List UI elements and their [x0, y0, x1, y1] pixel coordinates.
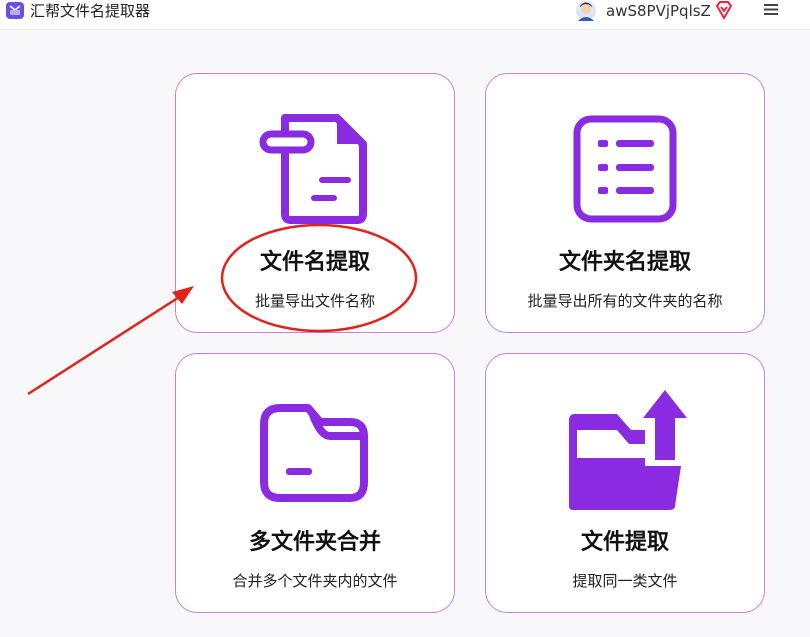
list-icon: [573, 115, 677, 223]
hamburger-menu-icon[interactable]: [764, 3, 778, 16]
file-document-icon: [259, 114, 367, 224]
folder-icon: [260, 404, 368, 502]
card-subtitle: 提取同一类文件: [572, 572, 678, 590]
card-title: 多文件夹合并: [248, 530, 381, 555]
card-subtitle: 批量导出所有的文件夹的名称: [527, 292, 723, 310]
card-file-extract[interactable]: 文件提取 提取同一类文件: [485, 353, 765, 613]
card-subtitle: 批量导出文件名称: [254, 292, 375, 310]
card-filename-extract[interactable]: 文件名提取 批量导出文件名称: [175, 73, 455, 333]
card-subtitle: 合并多个文件夹内的文件: [232, 572, 398, 590]
app-logo-icon: [6, 2, 24, 19]
card-title: 文件名提取: [259, 250, 370, 275]
card-title: 文件夹名提取: [558, 250, 691, 275]
folder-upload-icon: [569, 390, 687, 510]
card-title: 文件提取: [580, 530, 669, 555]
title-bar: 汇帮文件名提取器 awS8PVjPqlsZ: [0, 0, 810, 30]
vip-diamond-icon[interactable]: [714, 0, 734, 20]
card-foldername-extract[interactable]: 文件夹名提取 批量导出所有的文件夹的名称: [485, 73, 765, 333]
username[interactable]: awS8PVjPqlsZ: [606, 1, 711, 21]
annotation-arrow-line: [27, 292, 185, 396]
card-merge-folders[interactable]: 多文件夹合并 合并多个文件夹内的文件: [175, 353, 455, 613]
user-avatar-icon[interactable]: [574, 0, 598, 22]
app-title: 汇帮文件名提取器: [30, 2, 151, 20]
